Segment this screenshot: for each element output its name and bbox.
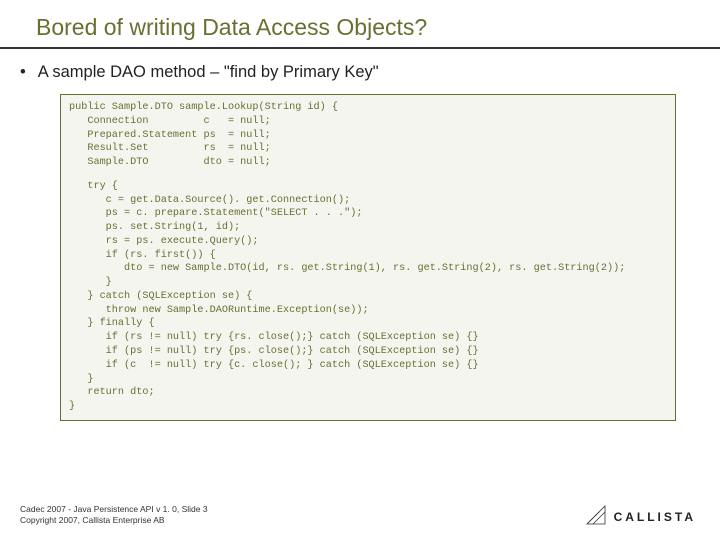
bullet-dot-icon: • xyxy=(20,63,34,82)
code-block-2: try { c = get.Data.Source(). get.Connect… xyxy=(69,180,667,414)
logo: CALLISTA xyxy=(585,504,696,526)
footer-line-1: Cadec 2007 - Java Persistence API v 1. 0… xyxy=(20,504,208,515)
slide-footer: Cadec 2007 - Java Persistence API v 1. 0… xyxy=(20,504,208,526)
title-divider xyxy=(0,47,720,49)
logo-text: CALLISTA xyxy=(614,510,696,524)
footer-line-2: Copyright 2007, Callista Enterprise AB xyxy=(20,515,208,526)
logo-icon xyxy=(585,504,607,526)
slide-title: Bored of writing Data Access Objects? xyxy=(36,14,720,41)
bullet-item: • A sample DAO method – "find by Primary… xyxy=(20,63,684,82)
code-box: public Sample.DTO sample.Lookup(String i… xyxy=(60,94,676,421)
bullet-text: A sample DAO method – "find by Primary K… xyxy=(38,63,379,81)
code-block-1: public Sample.DTO sample.Lookup(String i… xyxy=(69,101,667,170)
